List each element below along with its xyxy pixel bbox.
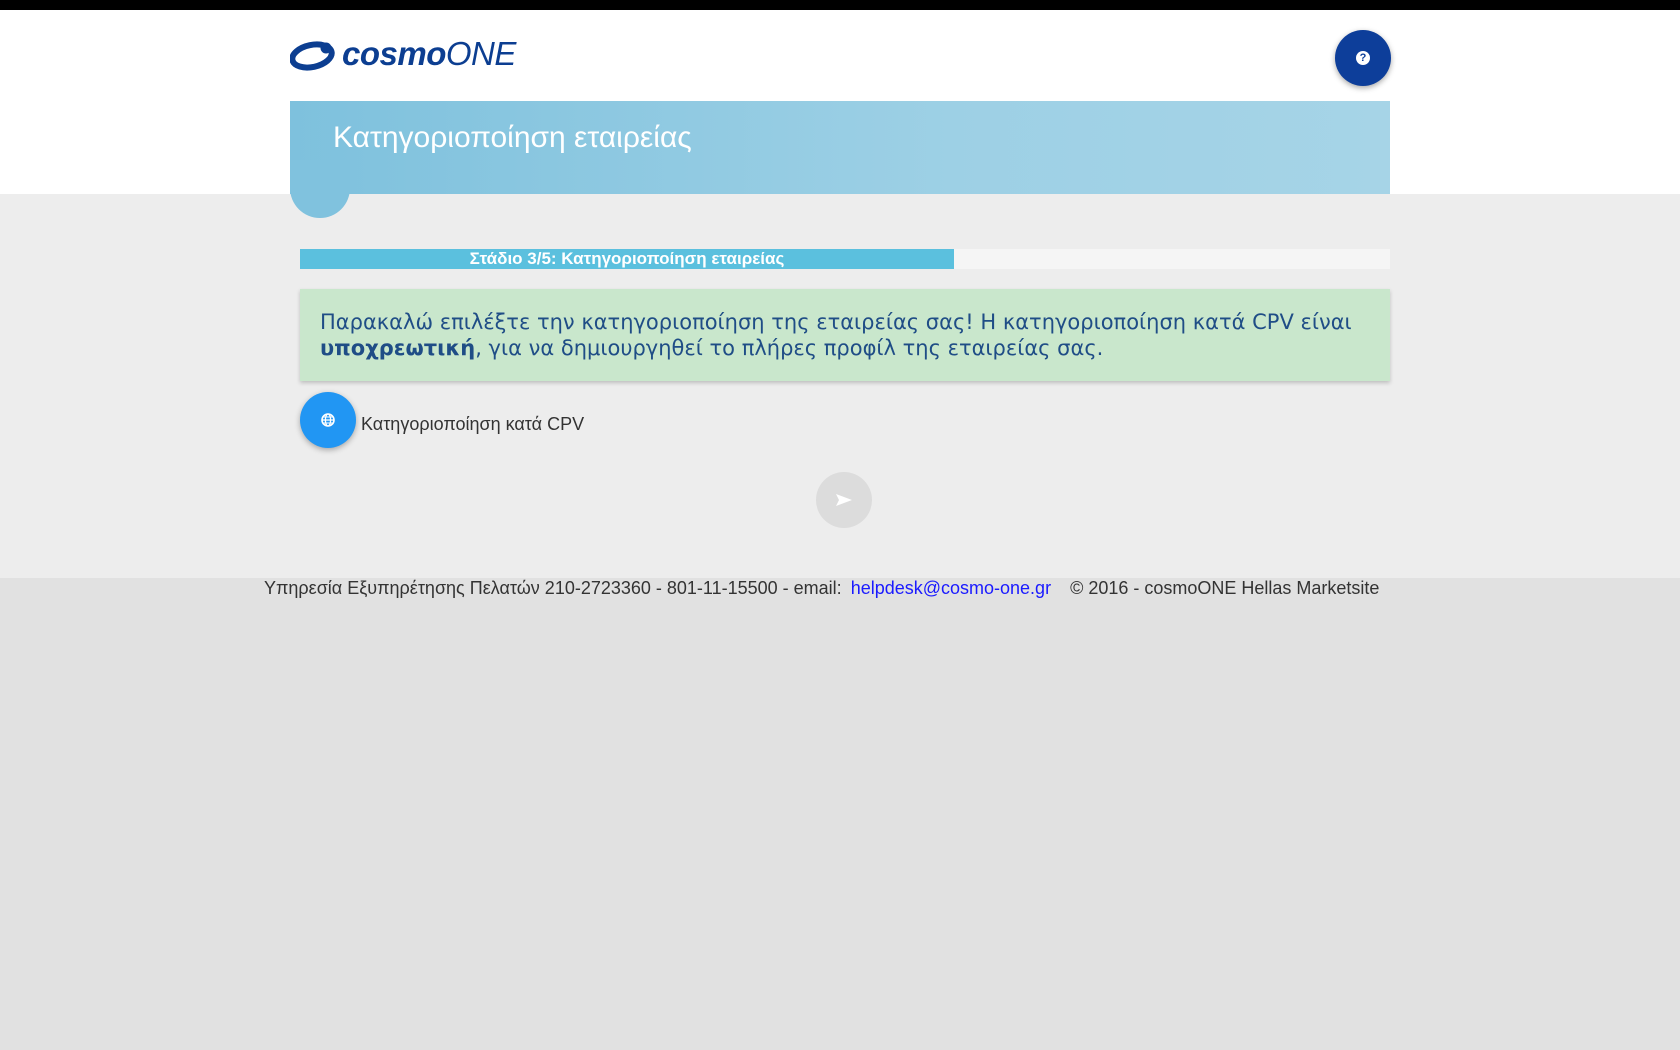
help-icon: ? [1356,51,1370,65]
alert-message: Παρακαλώ επιλέξτε την κατηγοριοποίηση τη… [320,310,1352,360]
top-black-bar [0,0,1680,10]
progress-fill: Στάδιο 3/5: Κατηγοριοποίηση εταιρείας [300,249,954,269]
footer-copyright: © 2016 - cosmoONE Hellas Marketsite [1070,578,1380,598]
page-title: Κατηγοριοποίηση εταιρείας [333,121,692,154]
info-alert: Παρακαλώ επιλέξτε την κατηγοριοποίηση τη… [300,289,1390,381]
help-button[interactable]: ? [1335,30,1391,86]
footer: Υπηρεσία Εξυπηρέτησης Πελατών 210-272336… [264,578,1404,602]
progress-bar: Στάδιο 3/5: Κατηγοριοποίηση εταιρείας [300,249,1390,269]
footer-service-text: Υπηρεσία Εξυπηρέτησης Πελατών 210-272336… [264,578,842,598]
globe-icon [321,413,335,427]
logo-text: cosmoONE [342,35,516,72]
cpv-button[interactable] [300,392,356,448]
cosmoone-logo[interactable]: cosmoONE [290,34,516,74]
send-icon [836,494,852,506]
send-button[interactable] [816,472,872,528]
cpv-label[interactable]: Κατηγοριοποίηση κατά CPV [361,414,584,435]
title-banner: Κατηγοριοποίηση εταιρείας [290,101,1390,194]
banner-tab-decoration [290,160,350,218]
logo-swoosh-icon [290,41,335,71]
footer-email-link[interactable]: helpdesk@cosmo-one.gr [851,578,1051,598]
